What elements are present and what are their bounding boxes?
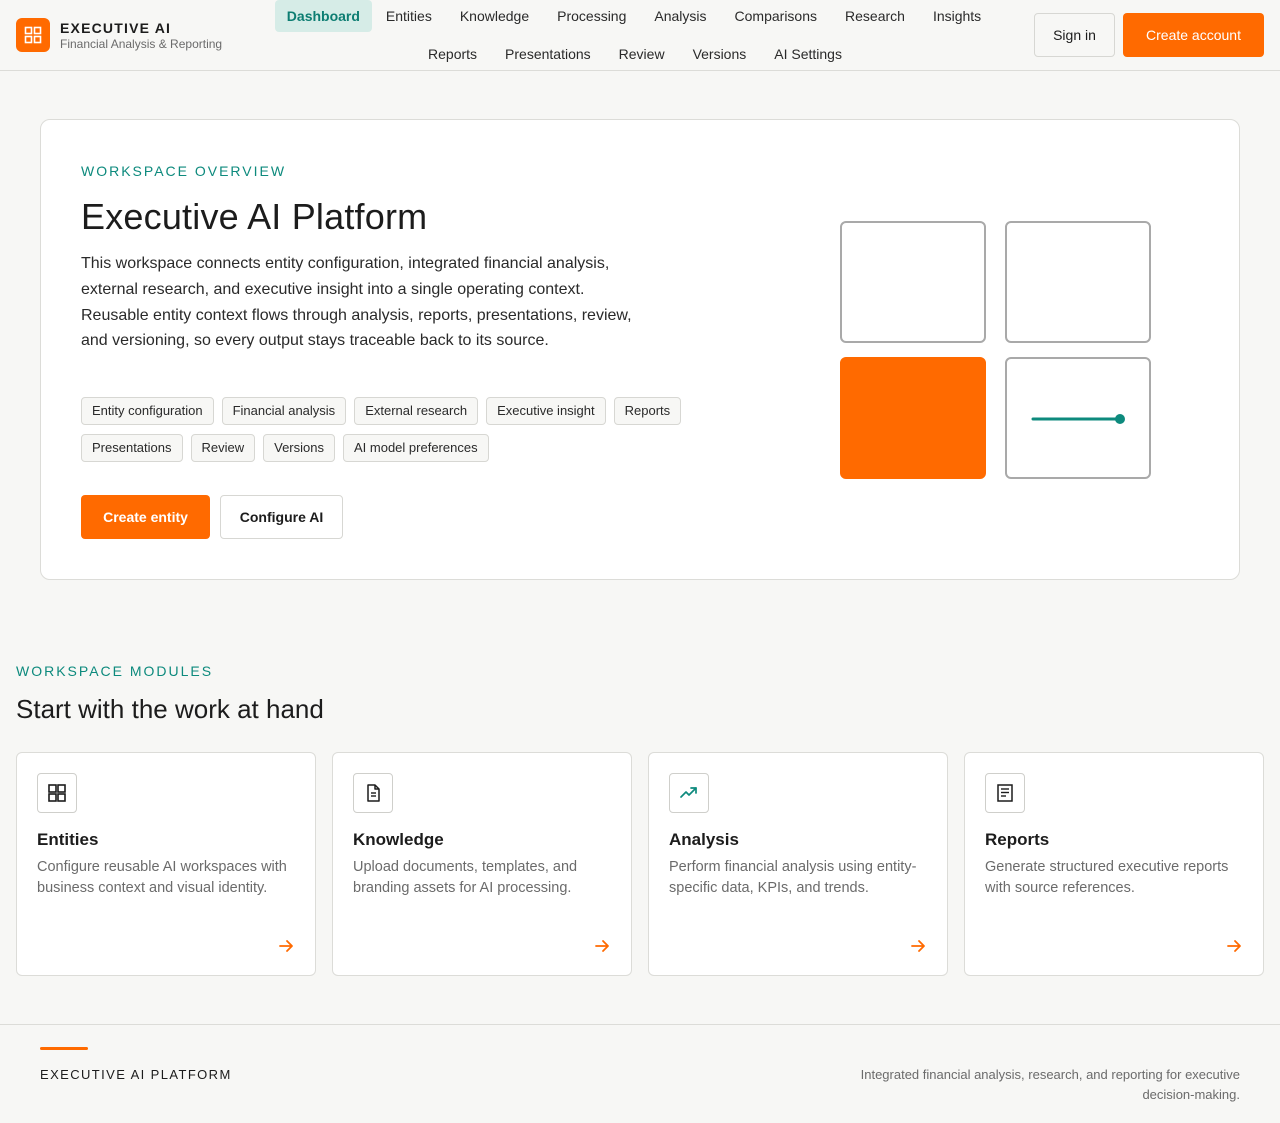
module-card-knowledge[interactable]: Knowledge Upload documents, templates, a… bbox=[332, 752, 632, 976]
illustration-tile bbox=[1005, 221, 1151, 343]
nav-ai-settings[interactable]: AI Settings bbox=[760, 38, 856, 70]
workspace-illustration bbox=[840, 221, 1152, 479]
trending-up-icon bbox=[669, 773, 709, 813]
chip-ai-model-preferences: AI model preferences bbox=[343, 434, 489, 462]
arrow-right-icon bbox=[595, 940, 609, 952]
arrow-right-icon bbox=[911, 940, 925, 952]
grid-icon bbox=[16, 18, 50, 52]
chip-entity-configuration: Entity configuration bbox=[81, 397, 214, 425]
nav-research[interactable]: Research bbox=[831, 0, 919, 32]
card-title: Knowledge bbox=[353, 830, 444, 849]
configure-ai-button[interactable]: Configure AI bbox=[220, 495, 343, 539]
brand-name: EXECUTIVE AI bbox=[60, 19, 172, 36]
nav-comparisons[interactable]: Comparisons bbox=[721, 0, 831, 32]
nav-versions[interactable]: Versions bbox=[679, 38, 761, 70]
arrow-right-icon bbox=[1227, 940, 1241, 952]
nav-review[interactable]: Review bbox=[605, 38, 679, 70]
footer-brand: EXECUTIVE AI PLATFORM bbox=[40, 1067, 232, 1082]
illustration-tile-slider bbox=[1005, 357, 1151, 479]
document-icon bbox=[353, 773, 393, 813]
chip-presentations: Presentations bbox=[81, 434, 183, 462]
chip-executive-insight: Executive insight bbox=[486, 397, 606, 425]
slider-line-icon bbox=[1031, 414, 1125, 424]
footer-tagline: Integrated financial analysis, research,… bbox=[860, 1067, 1240, 1102]
module-card-analysis[interactable]: Analysis Perform financial analysis usin… bbox=[648, 752, 948, 976]
card-title: Reports bbox=[985, 830, 1050, 849]
create-account-button[interactable]: Create account bbox=[1123, 13, 1264, 57]
brand-subtitle: Financial Analysis & Reporting bbox=[60, 36, 223, 51]
nav-presentations[interactable]: Presentations bbox=[491, 38, 605, 70]
chip-versions: Versions bbox=[263, 434, 335, 462]
nav-reports[interactable]: Reports bbox=[414, 38, 491, 70]
create-entity-button[interactable]: Create entity bbox=[81, 495, 210, 539]
modules-eyebrow: WORKSPACE MODULES bbox=[16, 663, 214, 679]
hero-eyebrow: WORKSPACE OVERVIEW bbox=[81, 163, 287, 179]
brand[interactable]: EXECUTIVE AI Financial Analysis & Report… bbox=[16, 18, 222, 52]
nav-entities[interactable]: Entities bbox=[372, 0, 446, 32]
card-title: Analysis bbox=[669, 830, 739, 849]
main-nav: Dashboard Entities Knowledge Processing … bbox=[250, 0, 1020, 70]
module-card-entities[interactable]: Entities Configure reusable AI workspace… bbox=[16, 752, 316, 976]
nav-analysis[interactable]: Analysis bbox=[640, 0, 720, 32]
illustration-tile bbox=[840, 221, 986, 343]
grid-icon bbox=[37, 773, 77, 813]
hero-description: This workspace connects entity configura… bbox=[81, 255, 632, 350]
workspace-overview-card: WORKSPACE OVERVIEW Executive AI Platform… bbox=[40, 119, 1240, 580]
report-icon bbox=[985, 773, 1025, 813]
nav-processing[interactable]: Processing bbox=[543, 0, 640, 32]
top-header: EXECUTIVE AI Financial Analysis & Report… bbox=[0, 0, 1280, 71]
chip-financial-analysis: Financial analysis bbox=[221, 397, 347, 425]
chip-reports: Reports bbox=[613, 397, 682, 425]
nav-insights[interactable]: Insights bbox=[919, 0, 995, 32]
card-description: Perform financial analysis using entity-… bbox=[669, 859, 917, 896]
module-card-reports[interactable]: Reports Generate structured executive re… bbox=[964, 752, 1264, 976]
footer-accent-bar bbox=[40, 1047, 88, 1050]
nav-dashboard[interactable]: Dashboard bbox=[274, 0, 372, 32]
arrow-right-icon bbox=[279, 940, 293, 952]
chip-review: Review bbox=[190, 434, 256, 462]
card-description: Upload documents, templates, and brandin… bbox=[353, 859, 578, 896]
illustration-tile-accent bbox=[840, 357, 986, 479]
chip-external-research: External research bbox=[354, 397, 479, 425]
card-description: Generate structured executive reports wi… bbox=[985, 859, 1229, 896]
sign-in-button[interactable]: Sign in bbox=[1034, 13, 1115, 57]
card-title: Entities bbox=[37, 830, 99, 849]
capability-chips: Entity configuration Financial analysis … bbox=[81, 397, 741, 462]
modules-title: Start with the work at hand bbox=[16, 694, 324, 724]
nav-knowledge[interactable]: Knowledge bbox=[446, 0, 543, 32]
page-title: Executive AI Platform bbox=[81, 196, 428, 237]
page-footer: EXECUTIVE AI PLATFORM Integrated financi… bbox=[0, 1024, 1280, 1123]
card-description: Configure reusable AI workspaces with bu… bbox=[37, 859, 287, 896]
